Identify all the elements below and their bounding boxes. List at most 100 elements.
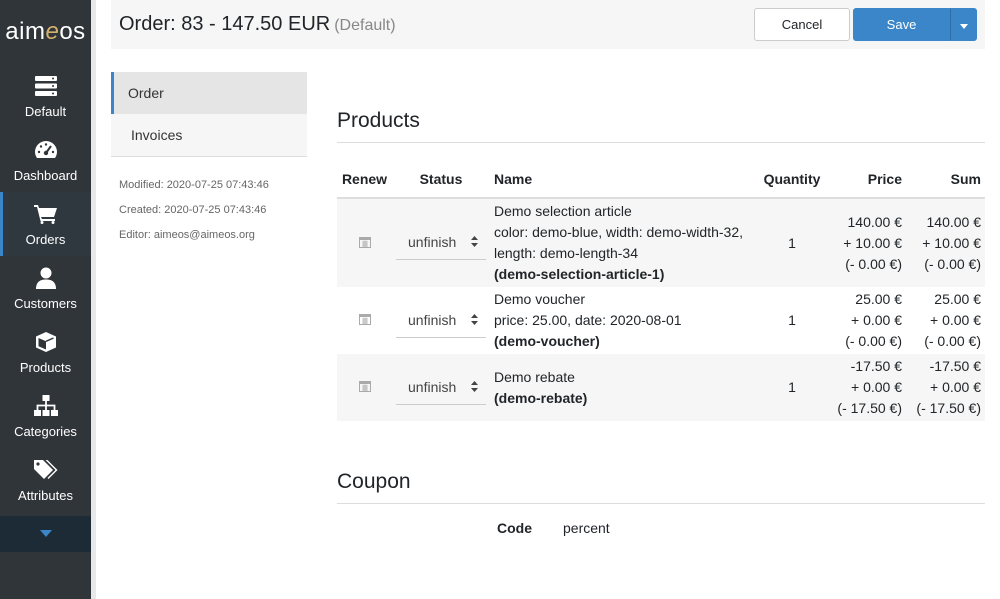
tags-icon (33, 458, 58, 482)
sidebar-more-button[interactable] (0, 516, 91, 552)
product-code: (demo-voucher) (494, 333, 600, 349)
meta-editor: Editor: aimeos@aimeos.org (119, 229, 255, 241)
quantity-cell: 1 (752, 354, 832, 421)
price-cell: 25.00 € + 0.00 € (- 0.00 €) (832, 287, 906, 354)
sidebar-item-orders[interactable]: Orders (0, 192, 91, 256)
sum-cell: 140.00 € + 10.00 € (- 0.00 €) (906, 198, 985, 287)
column-header-price: Price (832, 160, 906, 199)
cart-icon (33, 202, 58, 226)
sidebar-item-label: Attributes (18, 487, 73, 503)
sum-costs: + 10.00 € (922, 234, 981, 251)
item-tabs: Order Invoices (111, 72, 307, 157)
coupon-code-label: Code (497, 520, 532, 536)
product-name: Demo voucher (494, 291, 586, 307)
status-value: unfinish (408, 311, 457, 328)
status-cell: unfinish (392, 354, 490, 421)
price-cell: 140.00 € + 10.00 € (- 0.00 €) (832, 198, 906, 287)
caret-down-icon (39, 525, 52, 543)
sidebar-item-categories[interactable]: Categories (0, 384, 91, 448)
sum-cell: 25.00 € + 0.00 € (- 0.00 €) (906, 287, 985, 354)
tab-invoices[interactable]: Invoices (111, 114, 307, 156)
status-select[interactable]: unfinish (396, 371, 486, 405)
status-value: unfinish (408, 234, 457, 250)
product-code: (demo-selection-article-1) (494, 266, 665, 282)
price-value: 140.00 € (847, 213, 903, 230)
price-rebate: (- 17.50 €) (837, 400, 902, 416)
cube-icon (34, 330, 58, 354)
status-select[interactable]: unfinish (396, 304, 486, 338)
product-detail: price: 25.00, date: 2020-08-01 (494, 312, 682, 328)
order-title: Order: 83 - 147.50 EUR (119, 13, 331, 35)
aimeos-logo[interactable]: aim e os (0, 0, 91, 64)
sitemap-icon (33, 394, 58, 418)
product-name: Demo selection article (494, 203, 632, 219)
price-cell: -17.50 € + 0.00 € (- 17.50 €) (832, 354, 906, 421)
sum-value: 25.00 € (934, 291, 981, 307)
sum-costs: + 0.00 € (930, 379, 981, 395)
products-heading: Products (337, 109, 420, 132)
table-row: unfinish Demo rebate (demo-rebate) 1 -17… (337, 354, 985, 421)
calendar-icon[interactable] (358, 313, 371, 325)
page-header: Order: 83 - 147.50 EUR (Default) Cancel S… (111, 0, 985, 49)
sidebar-item-label: Categories (14, 423, 77, 439)
server-icon (34, 74, 58, 98)
column-header-status: Status (392, 160, 490, 199)
products-table: Renew Status Name Quantity Price Sum unf… (337, 160, 985, 421)
logo-text-suffix: os (59, 18, 86, 45)
products-heading-rule (337, 142, 985, 143)
sort-icon (471, 310, 478, 331)
gauge-icon (34, 138, 58, 162)
price-costs: + 10.00 € (843, 234, 902, 251)
sum-rebate: (- 17.50 €) (916, 400, 981, 416)
sidebar-item-default[interactable]: Default (0, 64, 91, 128)
sidebar-gutter (91, 0, 96, 599)
sidebar-item-dashboard[interactable]: Dashboard (0, 128, 91, 192)
name-cell: Demo voucher price: 25.00, date: 2020-08… (490, 287, 752, 354)
tab-order[interactable]: Order (111, 72, 307, 114)
price-rebate: (- 0.00 €) (845, 333, 902, 349)
sidebar-item-label: Customers (14, 295, 77, 311)
coupon-heading: Coupon (337, 470, 411, 493)
sidebar-item-attributes[interactable]: Attributes (0, 448, 91, 512)
column-header-renew: Renew (337, 160, 392, 199)
price-rebate: (- 0.00 €) (845, 255, 902, 272)
sidebar-item-label: Default (24, 103, 67, 119)
calendar-icon[interactable] (358, 380, 371, 392)
status-select[interactable]: unfinish (396, 226, 486, 260)
coupon-code-value: percent (563, 520, 610, 536)
product-detail: length: demo-length-34 (494, 245, 638, 261)
user-icon (34, 266, 58, 290)
sidebar-item-customers[interactable]: Customers (0, 256, 91, 320)
sum-rebate: (- 0.00 €) (924, 333, 981, 349)
quantity-cell: 1 (752, 198, 832, 287)
save-button[interactable]: Save (853, 8, 950, 41)
table-row: unfinish Demo voucher price: 25.00, date… (337, 287, 985, 354)
item-meta: Modified: 2020-07-25 07:43:46 Created: 2… (119, 173, 269, 248)
calendar-icon[interactable] (358, 236, 371, 248)
renew-cell (337, 287, 392, 354)
product-code: (demo-rebate) (494, 389, 588, 406)
price-value: 25.00 € (855, 291, 902, 307)
sidebar-item-label: Products (19, 359, 72, 375)
name-cell: Demo selection article color: demo-blue,… (490, 198, 752, 287)
meta-created: Created: 2020-07-25 07:43:46 (119, 204, 267, 216)
product-name: Demo rebate (494, 368, 575, 385)
name-cell: Demo rebate (demo-rebate) (490, 354, 752, 421)
sidebar-item-label: Dashboard (13, 167, 78, 183)
page-title: Order: 83 - 147.50 EUR (Default) (119, 13, 396, 36)
sort-icon (471, 377, 478, 398)
table-row: unfinish Demo selection article color: d… (337, 198, 985, 287)
renew-cell (337, 198, 392, 287)
caret-down-icon (959, 16, 968, 34)
price-value: -17.50 € (850, 358, 902, 374)
sidebar-item-products[interactable]: Products (0, 320, 91, 384)
quantity-cell: 1 (788, 312, 796, 328)
sum-value: -17.50 € (929, 358, 981, 374)
sum-rebate: (- 0.00 €) (924, 255, 981, 272)
save-options-toggle[interactable] (950, 8, 977, 41)
column-header-name: Name (490, 160, 752, 199)
logo-text-prefix: aim (5, 18, 46, 45)
tab-divider (111, 156, 307, 157)
product-detail: color: demo-blue, width: demo-width-32, (494, 224, 744, 240)
cancel-button[interactable]: Cancel (754, 8, 850, 41)
